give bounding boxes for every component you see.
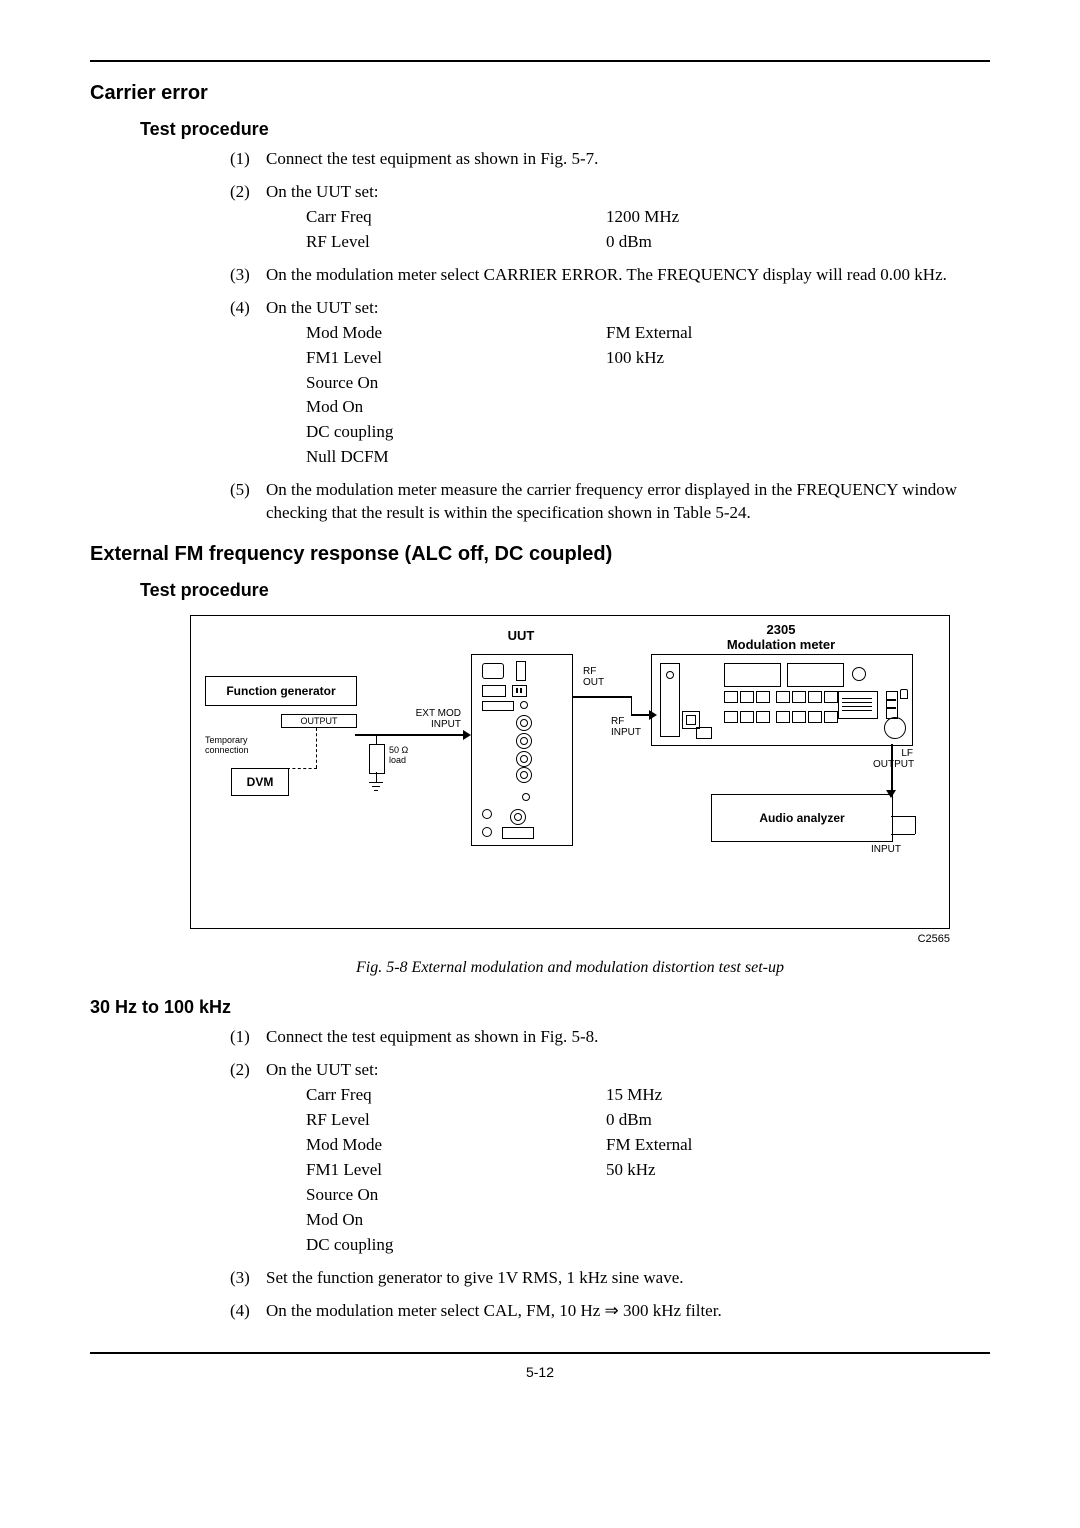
step-text: On the UUT set: [266, 1059, 990, 1082]
ext-mod-input-label: EXT MOD INPUT [401, 708, 461, 730]
step: (5) On the modulation meter measure the … [230, 479, 990, 525]
param-label: Source On [266, 1184, 606, 1207]
step-text: On the UUT set: [266, 297, 990, 320]
rf-wire [573, 696, 631, 698]
step-number: (4) [230, 1300, 266, 1323]
param-label: FM1 Level [266, 1159, 606, 1182]
mod-meter-title: Modulation meter [727, 637, 835, 652]
mod-meter-model: 2305 [767, 622, 796, 637]
thirty-hz-heading: 30 Hz to 100 kHz [90, 997, 990, 1018]
param-value: FM External [606, 1134, 990, 1157]
step-number: (3) [230, 1267, 266, 1290]
page-number: 5-12 [90, 1364, 990, 1380]
audio-analyzer: Audio analyzer [711, 794, 893, 842]
signal-arrow-icon [355, 734, 463, 736]
step-number: (2) [230, 1059, 266, 1082]
param-label: DC coupling [266, 421, 606, 444]
test-procedure-heading-2: Test procedure [140, 580, 990, 601]
step: (4) On the UUT set: Mod ModeFM External … [230, 297, 990, 470]
step: (2) On the UUT set: Carr Freq15 MHz RF L… [230, 1059, 990, 1257]
test-procedure-heading-1: Test procedure [140, 119, 990, 140]
param-label: DC coupling [266, 1234, 606, 1257]
step-text: On the modulation meter measure the carr… [266, 479, 990, 525]
step-text: Connect the test equipment as shown in F… [266, 148, 990, 171]
step-text: On the UUT set: [266, 181, 990, 204]
step: (2) On the UUT set: Carr Freq 1200 MHz R… [230, 181, 990, 254]
param-label: RF Level [266, 1109, 606, 1132]
step-number: (5) [230, 479, 266, 502]
param-label: Null DCFM [266, 446, 606, 469]
rf-out-label: RF OUT [583, 666, 604, 688]
param-value: 0 dBm [606, 231, 990, 254]
param-label: Mod On [266, 1209, 606, 1232]
input-label: INPUT [871, 844, 901, 855]
ext-fm-heading: External FM frequency response (ALC off,… [90, 543, 990, 566]
uut-device [471, 654, 573, 846]
param-value: 15 MHz [606, 1084, 990, 1107]
param-value: 1200 MHz [606, 206, 990, 229]
param-value: 0 dBm [606, 1109, 990, 1132]
temp-connection-label: Temporary connection [205, 736, 249, 756]
step: (1) Connect the test equipment as shown … [230, 148, 990, 171]
step-number: (4) [230, 297, 266, 320]
figure-5-8: UUT 2305 Modulation meter Function gener… [190, 615, 950, 977]
rf-input-label: RF INPUT [611, 716, 641, 738]
figure-caption: Fig. 5-8 External modulation and modulat… [190, 959, 950, 977]
param-value: FM External [606, 322, 990, 345]
param-label: Mod Mode [266, 322, 606, 345]
lf-wire [891, 744, 893, 792]
function-generator: Function generator [205, 676, 357, 706]
step-text: Set the function generator to give 1V RM… [266, 1267, 990, 1290]
uut-title: UUT [471, 628, 571, 643]
param-label: RF Level [266, 231, 606, 254]
step-text: On the modulation meter select CAL, FM, … [266, 1300, 990, 1323]
param-label: Carr Freq [266, 206, 606, 229]
load-label: 50 Ω load [389, 746, 408, 766]
figure-ref: C2565 [190, 933, 950, 945]
step-number: (3) [230, 264, 266, 287]
modulation-meter [651, 654, 913, 746]
param-label: FM1 Level [266, 347, 606, 370]
param-value: 100 kHz [606, 347, 990, 370]
temp-connection-line [316, 728, 317, 768]
lf-output-label: LF OUTPUT [873, 748, 913, 770]
step-text: Connect the test equipment as shown in F… [266, 1026, 990, 1049]
param-label: Source On [266, 372, 606, 395]
step-number: (1) [230, 148, 266, 171]
arrow-down-icon [886, 790, 896, 798]
param-label: Carr Freq [266, 1084, 606, 1107]
dvm: DVM [231, 768, 289, 796]
output-label: OUTPUT [281, 714, 357, 728]
param-label: Mod On [266, 396, 606, 419]
param-value: 50 kHz [606, 1159, 990, 1182]
step-text: On the modulation meter select CARRIER E… [266, 264, 990, 287]
step: (4) On the modulation meter select CAL, … [230, 1300, 990, 1323]
step-number: (2) [230, 181, 266, 204]
step-number: (1) [230, 1026, 266, 1049]
step: (3) Set the function generator to give 1… [230, 1267, 990, 1290]
param-label: Mod Mode [266, 1134, 606, 1157]
step: (1) Connect the test equipment as shown … [230, 1026, 990, 1049]
step: (3) On the modulation meter select CARRI… [230, 264, 990, 287]
carrier-error-heading: Carrier error [90, 82, 990, 105]
